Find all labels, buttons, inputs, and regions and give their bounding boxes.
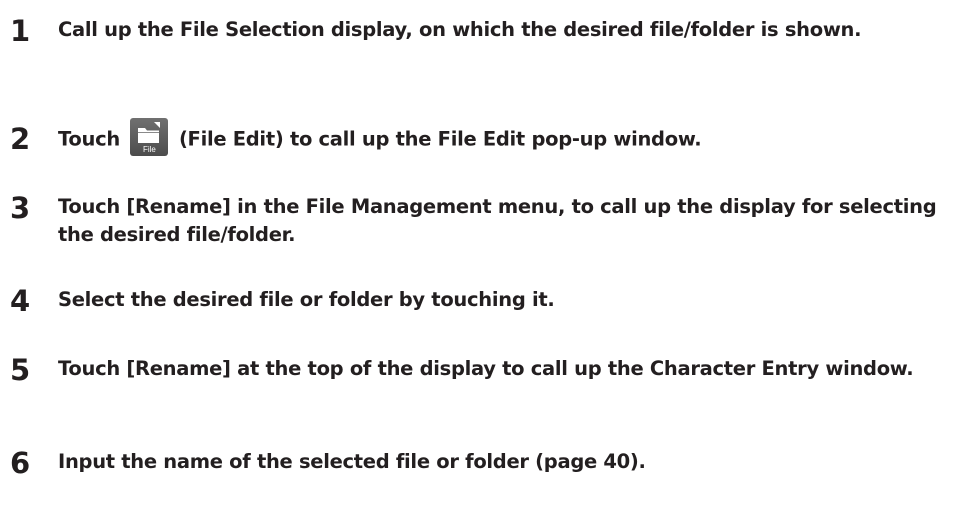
step-number: 5	[10, 353, 31, 387]
step-2: 2 Touch File (File Edit) to call up the …	[8, 118, 951, 156]
file-edit-icon-label: File	[142, 145, 156, 154]
step-6: 6 Input the name of the selected file or…	[8, 446, 951, 480]
step-number: 4	[10, 284, 31, 318]
step-3: 3 Touch [Rename] in the File Management …	[8, 193, 951, 249]
step-text: Input the name of the selected file or f…	[58, 450, 646, 473]
step-text: Call up the File Selection display, on w…	[58, 18, 862, 41]
step-number: 6	[10, 446, 31, 480]
step-5: 5 Touch [Rename] at the top of the displ…	[8, 353, 951, 387]
step-1: 1 Call up the File Selection display, on…	[8, 14, 951, 48]
step-number: 1	[10, 14, 31, 48]
step-number: 2	[10, 122, 31, 156]
step-text-after: (File Edit) to call up the File Edit pop…	[178, 127, 702, 151]
file-edit-icon: File	[130, 118, 169, 156]
step-text: Touch [Rename] at the top of the display…	[58, 357, 914, 380]
step-text: Select the desired file or folder by tou…	[58, 288, 555, 311]
step-4: 4 Select the desired file or folder by t…	[8, 284, 951, 318]
step-text: Touch [Rename] in the File Management me…	[58, 195, 937, 246]
step-number: 3	[10, 191, 31, 225]
step-text: Touch File (File Edit) to call up the Fi…	[58, 118, 951, 156]
step-text-before: Touch	[58, 127, 120, 151]
